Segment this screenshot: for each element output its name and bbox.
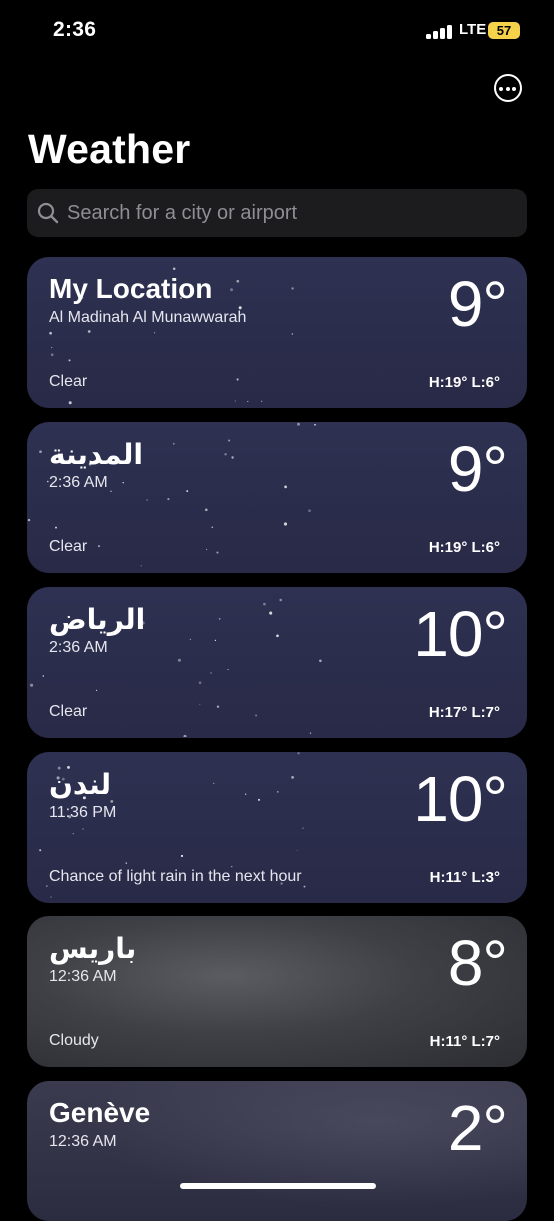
local-time: 11:36 PM bbox=[49, 804, 117, 821]
location-card-paris[interactable]: باريس 12:36 AM 8° Cloudy H:11° L:7° bbox=[27, 916, 527, 1067]
weather-condition: Clear bbox=[49, 703, 88, 720]
weather-condition: Chance of light rain in the next hour bbox=[49, 868, 302, 885]
current-temperature: 10° bbox=[413, 763, 508, 835]
city-name: لندن bbox=[49, 769, 112, 800]
high-low-temperature: H:11° L:3° bbox=[429, 869, 500, 886]
status-time: 2:36 bbox=[53, 18, 97, 41]
network-type: LTE bbox=[459, 21, 487, 38]
location-card-london[interactable]: لندن 11:36 PM 10° Chance of light rain i… bbox=[27, 752, 527, 903]
local-time: 12:36 AM bbox=[49, 968, 117, 985]
current-temperature: 9° bbox=[447, 433, 508, 505]
location-card-geneva[interactable]: Genève 12:36 AM 2° bbox=[27, 1081, 527, 1221]
current-temperature: 9° bbox=[447, 268, 508, 340]
city-name: Genève bbox=[49, 1097, 151, 1128]
city-name: المدينة bbox=[49, 439, 143, 470]
location-card-my-location[interactable]: My Location Al Madinah Al Munawwarah 9° … bbox=[27, 257, 527, 408]
high-low-temperature: H:17° L:7° bbox=[428, 704, 500, 721]
high-low-temperature: H:19° L:6° bbox=[428, 374, 500, 391]
location-card-riyadh[interactable]: الرياض 2:36 AM 10° Clear H:17° L:7° bbox=[27, 587, 527, 738]
current-temperature: 8° bbox=[447, 927, 508, 999]
weather-condition: Cloudy bbox=[49, 1032, 99, 1049]
home-indicator bbox=[180, 1183, 376, 1189]
city-name: باريس bbox=[49, 933, 137, 964]
local-time: 12:36 AM bbox=[49, 1133, 117, 1150]
location-card-madinah[interactable]: المدينة 2:36 AM 9° Clear H:19° L:6° bbox=[27, 422, 527, 573]
page-title: Weather bbox=[28, 126, 191, 172]
search-bar[interactable] bbox=[27, 189, 527, 237]
local-time: 2:36 AM bbox=[49, 639, 108, 656]
high-low-temperature: H:11° L:7° bbox=[429, 1033, 500, 1050]
current-temperature: 2° bbox=[447, 1092, 508, 1164]
search-icon bbox=[37, 202, 59, 224]
more-options-button[interactable] bbox=[494, 74, 522, 102]
weather-condition: Clear bbox=[49, 538, 88, 555]
high-low-temperature: H:19° L:6° bbox=[428, 539, 500, 556]
city-name: My Location bbox=[49, 273, 213, 304]
location-subtitle: Al Madinah Al Munawwarah bbox=[49, 309, 247, 326]
cellular-signal-icon bbox=[426, 24, 454, 39]
battery-indicator: 57 bbox=[488, 22, 520, 39]
weather-condition: Clear bbox=[49, 373, 88, 390]
local-time: 2:36 AM bbox=[49, 474, 108, 491]
search-input[interactable] bbox=[67, 189, 517, 237]
status-bar: 2:36 LTE 57 bbox=[0, 0, 554, 62]
current-temperature: 10° bbox=[413, 598, 508, 670]
city-name: الرياض bbox=[49, 604, 146, 635]
